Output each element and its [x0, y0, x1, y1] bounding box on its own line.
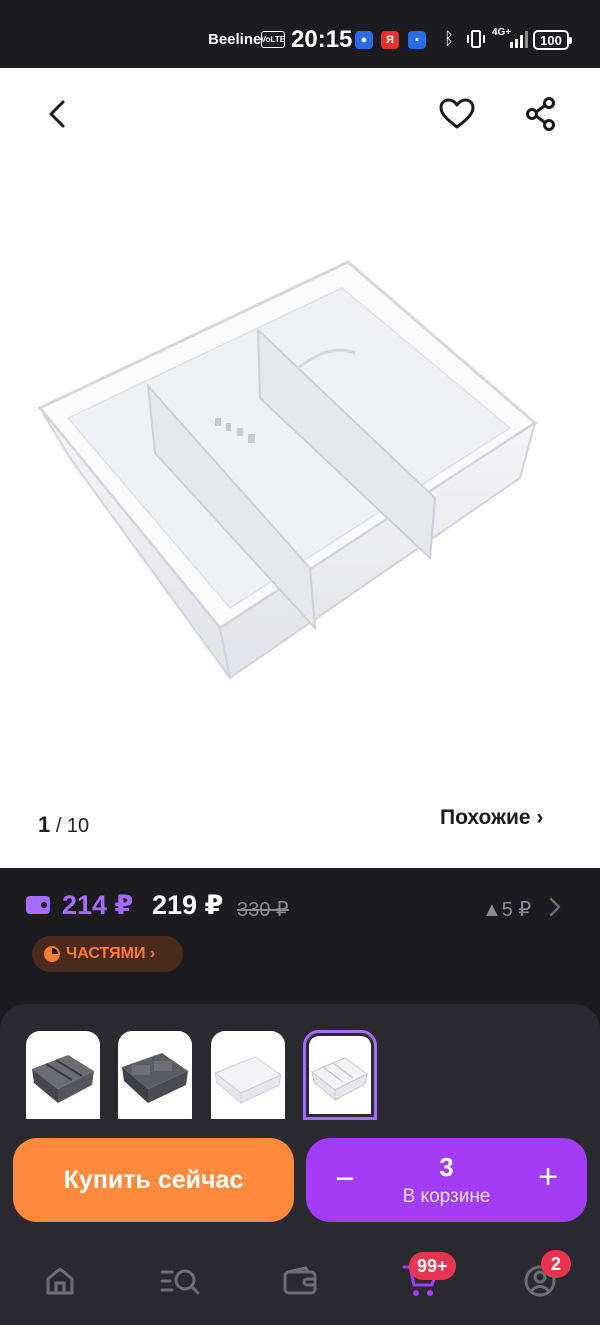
product-image[interactable]	[30, 258, 540, 688]
home-icon	[46, 1267, 74, 1295]
image-index: 1	[38, 812, 51, 837]
price-card: 214 ₽ 219 ₽ 330 ₽ ▲5 ₽ ЧАСТЯМИ ›	[0, 868, 600, 992]
carrier-label: Beeline	[208, 31, 262, 48]
gallery-app-icon: ▪	[408, 31, 426, 49]
old-price: 330 ₽	[237, 899, 289, 921]
share-icon	[526, 97, 555, 131]
installments-button[interactable]: ЧАСТЯМИ ›	[32, 936, 183, 972]
buy-now-button[interactable]: Купить сейчас	[13, 1138, 294, 1222]
status-bar: Beeline VoLTE 20:15 ● Я ▪ ᛒ 4G+ 100	[0, 0, 600, 68]
installments-label: ЧАСТЯМИ ›	[66, 945, 156, 962]
thumbnail-image	[311, 1057, 368, 1102]
pie-chart-icon	[44, 946, 60, 962]
increase-quantity-button[interactable]: +	[533, 1160, 563, 1194]
thumbnail-3[interactable]	[211, 1031, 285, 1119]
favorite-button[interactable]	[435, 92, 479, 136]
product-screen: Beeline VoLTE 20:15 ● Я ▪ ᛒ 4G+ 100 1 / …	[0, 0, 600, 1325]
thumbnail-4-selected[interactable]	[303, 1030, 377, 1120]
volte-icon: VoLTE	[261, 31, 285, 48]
profile-notification-badge: 2	[541, 1250, 571, 1278]
battery-icon: 100	[533, 30, 572, 50]
bluetooth-icon: ᛒ	[444, 29, 455, 48]
thumbnail-image	[213, 1056, 283, 1105]
bottom-panel: Купить сейчас − 3 В корзине + 99+ 2	[0, 1004, 600, 1325]
catalog-search-icon	[160, 1269, 200, 1295]
wallet-icon	[26, 896, 50, 914]
wallet-nav-icon	[283, 1266, 317, 1295]
thumbnail-frame	[309, 1036, 371, 1114]
thumbnail-2[interactable]	[118, 1031, 192, 1119]
cart-stepper: − 3 В корзине +	[306, 1138, 587, 1222]
heart-icon	[439, 98, 475, 129]
nav-catalog[interactable]	[158, 1261, 204, 1301]
vibrate-icon	[467, 30, 485, 48]
share-button[interactable]	[519, 92, 563, 136]
current-price: 219 ₽	[152, 890, 224, 920]
similar-link[interactable]: Похожие ›	[440, 806, 543, 830]
cart-count-badge: 99+	[409, 1252, 456, 1280]
chevron-left-icon	[49, 100, 65, 128]
thumbnail-image	[122, 1053, 188, 1103]
image-total: / 10	[55, 815, 90, 837]
thumbnail-image	[32, 1055, 94, 1103]
product-gallery[interactable]: 1 / 10 Похожие ›	[0, 68, 600, 868]
chevron-right-icon[interactable]	[544, 894, 566, 920]
clock: 20:15	[291, 26, 353, 53]
network-type: 4G+	[492, 27, 512, 38]
signal-icon	[510, 30, 528, 48]
wallet-price: 214 ₽	[62, 890, 134, 920]
bulb-app-icon: ●	[355, 31, 373, 49]
thumbnail-1[interactable]	[26, 1031, 100, 1119]
nav-wallet[interactable]	[280, 1261, 320, 1301]
nav-home[interactable]	[40, 1261, 80, 1301]
yandex-app-icon: Я	[381, 31, 399, 49]
price-delta[interactable]: ▲5 ₽	[482, 897, 531, 922]
back-button[interactable]	[36, 92, 80, 136]
image-counter: 1 / 10	[38, 812, 89, 838]
